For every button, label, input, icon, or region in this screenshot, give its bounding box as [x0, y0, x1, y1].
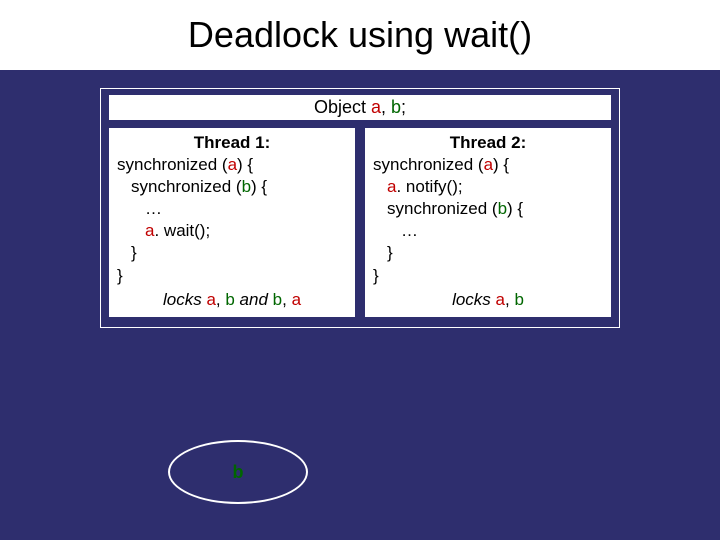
t1-locks-a1: a [206, 290, 215, 309]
thread-1-line-3: … [117, 198, 347, 220]
t1-locks-s2: , [282, 290, 291, 309]
t2-locks-prefix: locks [452, 290, 495, 309]
thread-2-line-6: } [373, 265, 603, 287]
var-b: b [391, 97, 401, 117]
thread-1-locks: locks a, b and b, a [117, 289, 347, 311]
object-declaration: Object a, b; [109, 95, 611, 120]
t2-l3-close: ) { [507, 199, 523, 218]
thread-1-line-2: synchronized (b) { [117, 176, 347, 198]
thread-1-line-4: a. wait(); [117, 220, 347, 242]
t1-l4-text: . wait(); [154, 221, 210, 240]
thread-1-box: Thread 1: synchronized (a) { synchronize… [109, 128, 355, 317]
t2-locks-b: b [514, 290, 523, 309]
t1-locks-s1: , [216, 290, 225, 309]
t1-locks-a2: a [292, 290, 301, 309]
t2-l1-text: synchronized ( [373, 155, 484, 174]
title-bar: Deadlock using wait() [0, 0, 720, 70]
var-a: a [371, 97, 381, 117]
thread-2-locks: locks a, b [373, 289, 603, 311]
t1-l1-close: ) { [237, 155, 253, 174]
lock-ellipse-b: b [168, 440, 308, 504]
object-prefix: Object [314, 97, 371, 117]
t2-locks-a: a [496, 290, 505, 309]
t1-l2-close: ) { [251, 177, 267, 196]
ellipse-label: b [233, 462, 244, 483]
t1-locks-prefix: locks [163, 290, 206, 309]
t1-l1-text: synchronized ( [117, 155, 228, 174]
thread-1-line-5: } [117, 242, 347, 264]
thread-2-title: Thread 2: [373, 132, 603, 154]
thread-1-title: Thread 1: [117, 132, 347, 154]
thread-2-line-3: synchronized (b) { [373, 198, 603, 220]
thread-2-line-4: … [373, 220, 603, 242]
t2-l2-text: . notify(); [396, 177, 462, 196]
code-example-container: Object a, b; Thread 1: synchronized (a) … [100, 88, 620, 328]
object-sep: , [381, 97, 391, 117]
t1-l1-a: a [228, 155, 237, 174]
t1-l2-text: synchronized ( [131, 177, 242, 196]
t1-locks-b1: b [225, 290, 234, 309]
t2-l1-close: ) { [493, 155, 509, 174]
t1-locks-and: and [235, 290, 273, 309]
threads-row: Thread 1: synchronized (a) { synchronize… [109, 128, 611, 317]
t2-l1-a: a [484, 155, 493, 174]
t1-locks-b2: b [273, 290, 282, 309]
thread-1-line-1: synchronized (a) { [117, 154, 347, 176]
thread-2-line-5: } [373, 242, 603, 264]
page-title: Deadlock using wait() [0, 14, 720, 56]
thread-2-box: Thread 2: synchronized (a) { a. notify()… [365, 128, 611, 317]
t2-l3-b: b [498, 199, 507, 218]
thread-2-line-1: synchronized (a) { [373, 154, 603, 176]
t1-l2-b: b [242, 177, 251, 196]
t2-l3-text: synchronized ( [387, 199, 498, 218]
thread-2-line-2: a. notify(); [373, 176, 603, 198]
thread-1-line-6: } [117, 265, 347, 287]
object-suffix: ; [401, 97, 406, 117]
